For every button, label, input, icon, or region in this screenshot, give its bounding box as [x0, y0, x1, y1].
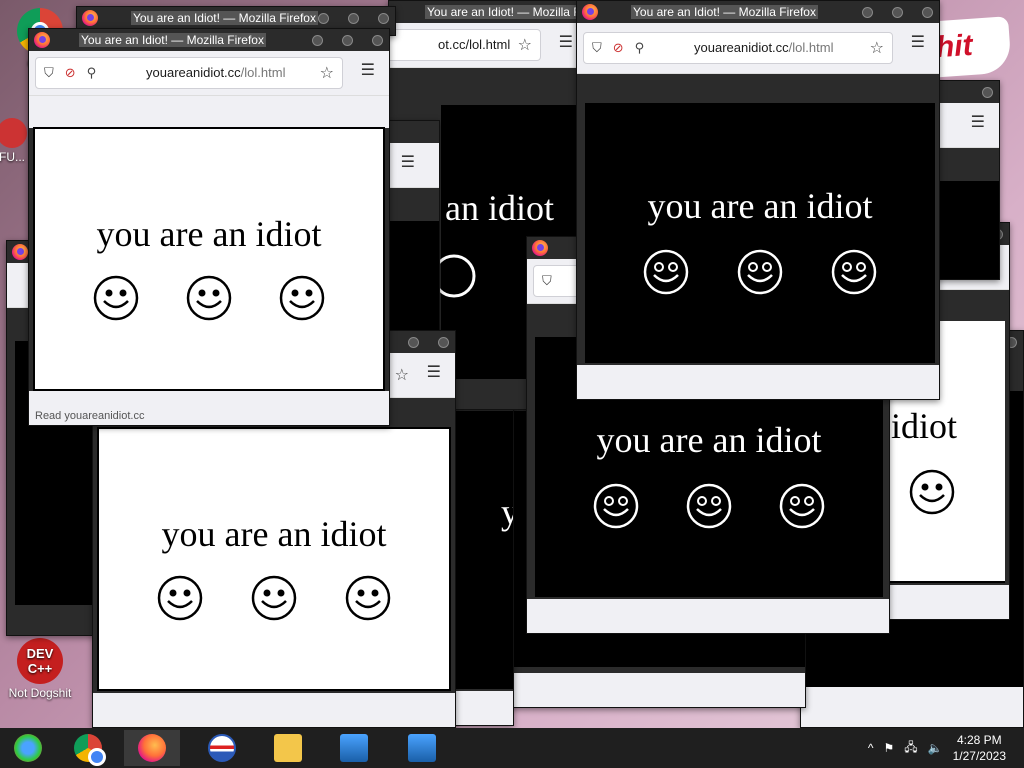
- bookmark-star-icon[interactable]: ☆: [518, 35, 532, 55]
- devcpp-icon: DEV C++: [17, 638, 63, 684]
- close-button[interactable]: [922, 7, 933, 18]
- taskbar-app-folder[interactable]: [260, 730, 316, 766]
- obama-icon: [208, 734, 236, 762]
- hamburger-menu-icon[interactable]: ☰: [911, 35, 925, 51]
- firefox-icon: [138, 734, 166, 762]
- firefox-icon: [532, 240, 548, 256]
- smiley-face-icon: [737, 249, 783, 295]
- browser-window[interactable]: You are an Idiot! — Mozilla Firefox ⛉ ⊘ …: [576, 0, 940, 400]
- chrome-icon: [74, 734, 106, 766]
- smiley-face-icon: [251, 575, 297, 621]
- page-content: you are an idiot: [97, 427, 451, 691]
- taskbar-app-installer-2[interactable]: [394, 730, 450, 766]
- shield-icon[interactable]: ⛉: [592, 40, 602, 56]
- smiley-face-icon: [157, 575, 203, 621]
- page-content: you are an idiot: [585, 103, 935, 363]
- tracking-icon[interactable]: ⚲: [87, 65, 97, 81]
- firefox-icon: [12, 244, 28, 260]
- smiley-face-icon: [345, 575, 391, 621]
- taskbar-app-chrome[interactable]: [60, 730, 116, 766]
- hamburger-menu-icon[interactable]: ☰: [361, 63, 375, 79]
- volume-icon[interactable]: 🔈: [928, 741, 943, 755]
- page-content: [931, 181, 999, 279]
- browser-window[interactable]: ☰: [930, 80, 1000, 280]
- smiley-face-icon: [186, 275, 232, 321]
- desktop: Ch... FU... DEV C++ Not Dogshit hit ☰ ☰ …: [0, 0, 1024, 728]
- permissions-icon[interactable]: ⊘: [65, 65, 76, 81]
- smiley-face-icon: [780, 483, 825, 529]
- minimize-button[interactable]: [862, 7, 873, 18]
- shield-icon[interactable]: ⛉: [542, 273, 552, 289]
- bookmark-star-icon[interactable]: ☆: [870, 38, 884, 58]
- smiley-face-icon: [831, 249, 877, 295]
- smiley-face-icon: [909, 469, 955, 515]
- network-icon[interactable]: 🖧: [904, 738, 917, 759]
- maximize-button[interactable]: [892, 7, 903, 18]
- taskbar-app-firefox[interactable]: [124, 730, 180, 766]
- firefox-icon: [82, 10, 98, 26]
- permissions-icon[interactable]: ⊘: [613, 40, 624, 56]
- maximize-button[interactable]: [342, 35, 353, 46]
- minimize-button[interactable]: [312, 35, 323, 46]
- bookmark-star-icon[interactable]: ☆: [320, 63, 334, 83]
- smiley-face-icon: [280, 275, 325, 321]
- page-content: yo: [451, 411, 513, 689]
- smiley-face-icon: [643, 249, 689, 295]
- taskbar-app-file-explorer[interactable]: [0, 730, 56, 766]
- tracking-icon[interactable]: ⚲: [635, 40, 645, 56]
- installer-icon: [340, 734, 368, 762]
- show-hidden-icons[interactable]: ^: [868, 741, 874, 755]
- smiley-face-icon: [593, 483, 638, 529]
- browser-window[interactable]: You are an Idiot! — Mozilla Firefox ⛉ ⊘ …: [28, 28, 390, 426]
- shield-icon[interactable]: ⛉: [44, 65, 54, 81]
- clock[interactable]: 4:28 PM 1/27/2023: [953, 732, 1006, 764]
- bookmark-star-icon[interactable]: ☆: [395, 365, 409, 385]
- taskbar-app-obama[interactable]: [194, 730, 250, 766]
- desktop-icon-label: Not Dogshit: [8, 686, 72, 700]
- close-button[interactable]: [372, 35, 383, 46]
- flag-icon[interactable]: ⚑: [884, 741, 895, 755]
- system-tray: ^ ⚑ 🖧 🔈 4:28 PM 1/27/2023: [868, 730, 1006, 766]
- smiley-face-icon: [686, 483, 732, 529]
- app-icon: [0, 118, 27, 148]
- firefox-icon: [34, 32, 50, 48]
- status-bar: Read youareanidiot.cc: [33, 409, 147, 423]
- folder-icon: [274, 734, 302, 762]
- taskbar: ^ ⚑ 🖧 🔈 4:28 PM 1/27/2023: [0, 728, 1024, 768]
- installer-icon-2: [408, 734, 436, 762]
- firefox-icon: [582, 4, 598, 20]
- mouse-cursor: [60, 184, 67, 200]
- smiley-face-icon: [93, 275, 138, 321]
- page-content: you are an idiot: [33, 127, 385, 391]
- file-explorer-icon: [14, 734, 42, 762]
- desktop-icon-devcpp[interactable]: DEV C++ Not Dogshit: [0, 638, 80, 700]
- taskbar-app-installer[interactable]: [326, 730, 382, 766]
